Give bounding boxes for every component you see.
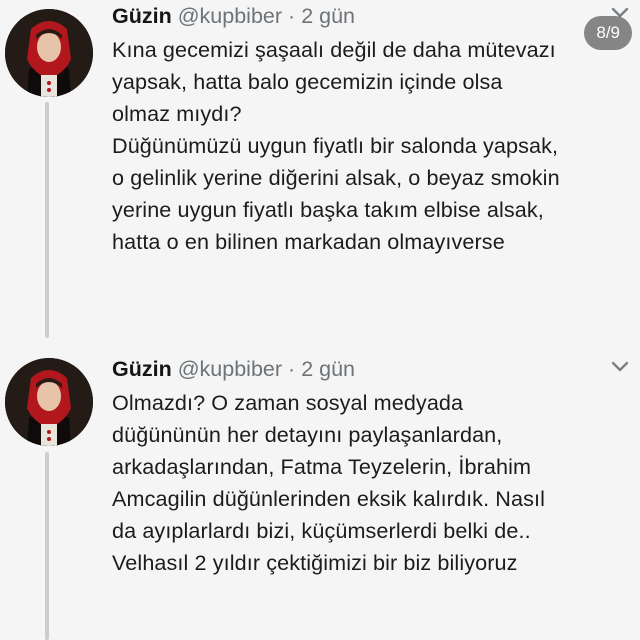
author-handle[interactable]: @kupbiber bbox=[178, 357, 282, 381]
tweet[interactable]: Güzin @kupbiber · 2 gün Kına gecemizi şaşaa… bbox=[0, 0, 640, 340]
thread-line bbox=[45, 102, 49, 338]
tweet-text-line: Amcagilin düğünlerinden eksik kalırdık. … bbox=[112, 486, 545, 511]
tweet-header: Güzin @kupbiber · 2 gün bbox=[112, 2, 355, 30]
tweet-text-line: o gelinlik yerine diğerini alsak, o beya… bbox=[112, 165, 560, 190]
author-name[interactable]: Güzin bbox=[112, 4, 172, 28]
author-name[interactable]: Güzin bbox=[112, 357, 172, 381]
tweet-text-line: Olmazdı? O zaman sosyal medyada bbox=[112, 390, 464, 415]
carousel-counter: 8/9 bbox=[584, 16, 632, 50]
tweet-text-line: hatta o en bilinen markadan olmayıverse bbox=[112, 229, 505, 254]
tweet-text-line: Düğünümüzü uygun fiyatlı bir salonda yap… bbox=[112, 133, 559, 158]
tweet-text-line: da ayıplarlardı bizi, küçümserlerdi belk… bbox=[112, 518, 531, 543]
tweet-text-line: arkadaşlarından, Fatma Teyzelerin, İbrah… bbox=[112, 454, 532, 479]
separator-dot: · bbox=[288, 4, 296, 28]
tweet-text-line: Velhasıl 2 yıldır çektiğimizi bir biz bi… bbox=[112, 550, 518, 575]
tweet-text-line: yerine uygun fiyatlı başka takım elbise … bbox=[112, 197, 544, 222]
tweet-text-line: düğününün her detayını paylaşanlardan, bbox=[112, 422, 503, 447]
avatar[interactable] bbox=[5, 358, 93, 446]
tweet-text-line: yapsak, hatta balo gecemizin içinde olsa bbox=[112, 69, 503, 94]
tweet-text-line: Kına gecemizi şaşaalı değil de daha müte… bbox=[112, 37, 556, 62]
tweet-text-line: olmaz mıydı? bbox=[112, 101, 242, 126]
avatar[interactable] bbox=[5, 9, 93, 97]
thread-line bbox=[45, 452, 49, 640]
author-handle[interactable]: @kupbiber bbox=[178, 4, 282, 28]
tweet[interactable]: Güzin @kupbiber · 2 gün Olmazdı? O zaman so… bbox=[0, 340, 640, 640]
tweet-header: Güzin @kupbiber · 2 gün bbox=[112, 355, 355, 383]
tweet-text: Kına gecemizi şaşaalı değil de daha müte… bbox=[112, 34, 640, 258]
separator-dot: · bbox=[288, 357, 296, 381]
avatar-image bbox=[5, 358, 93, 446]
timestamp[interactable]: 2 gün bbox=[301, 4, 355, 28]
tweet-text: Olmazdı? O zaman sosyal medyada düğününü… bbox=[112, 387, 640, 579]
chevron-down-icon[interactable] bbox=[610, 360, 630, 374]
timestamp[interactable]: 2 gün bbox=[301, 357, 355, 381]
avatar-image bbox=[5, 9, 93, 97]
